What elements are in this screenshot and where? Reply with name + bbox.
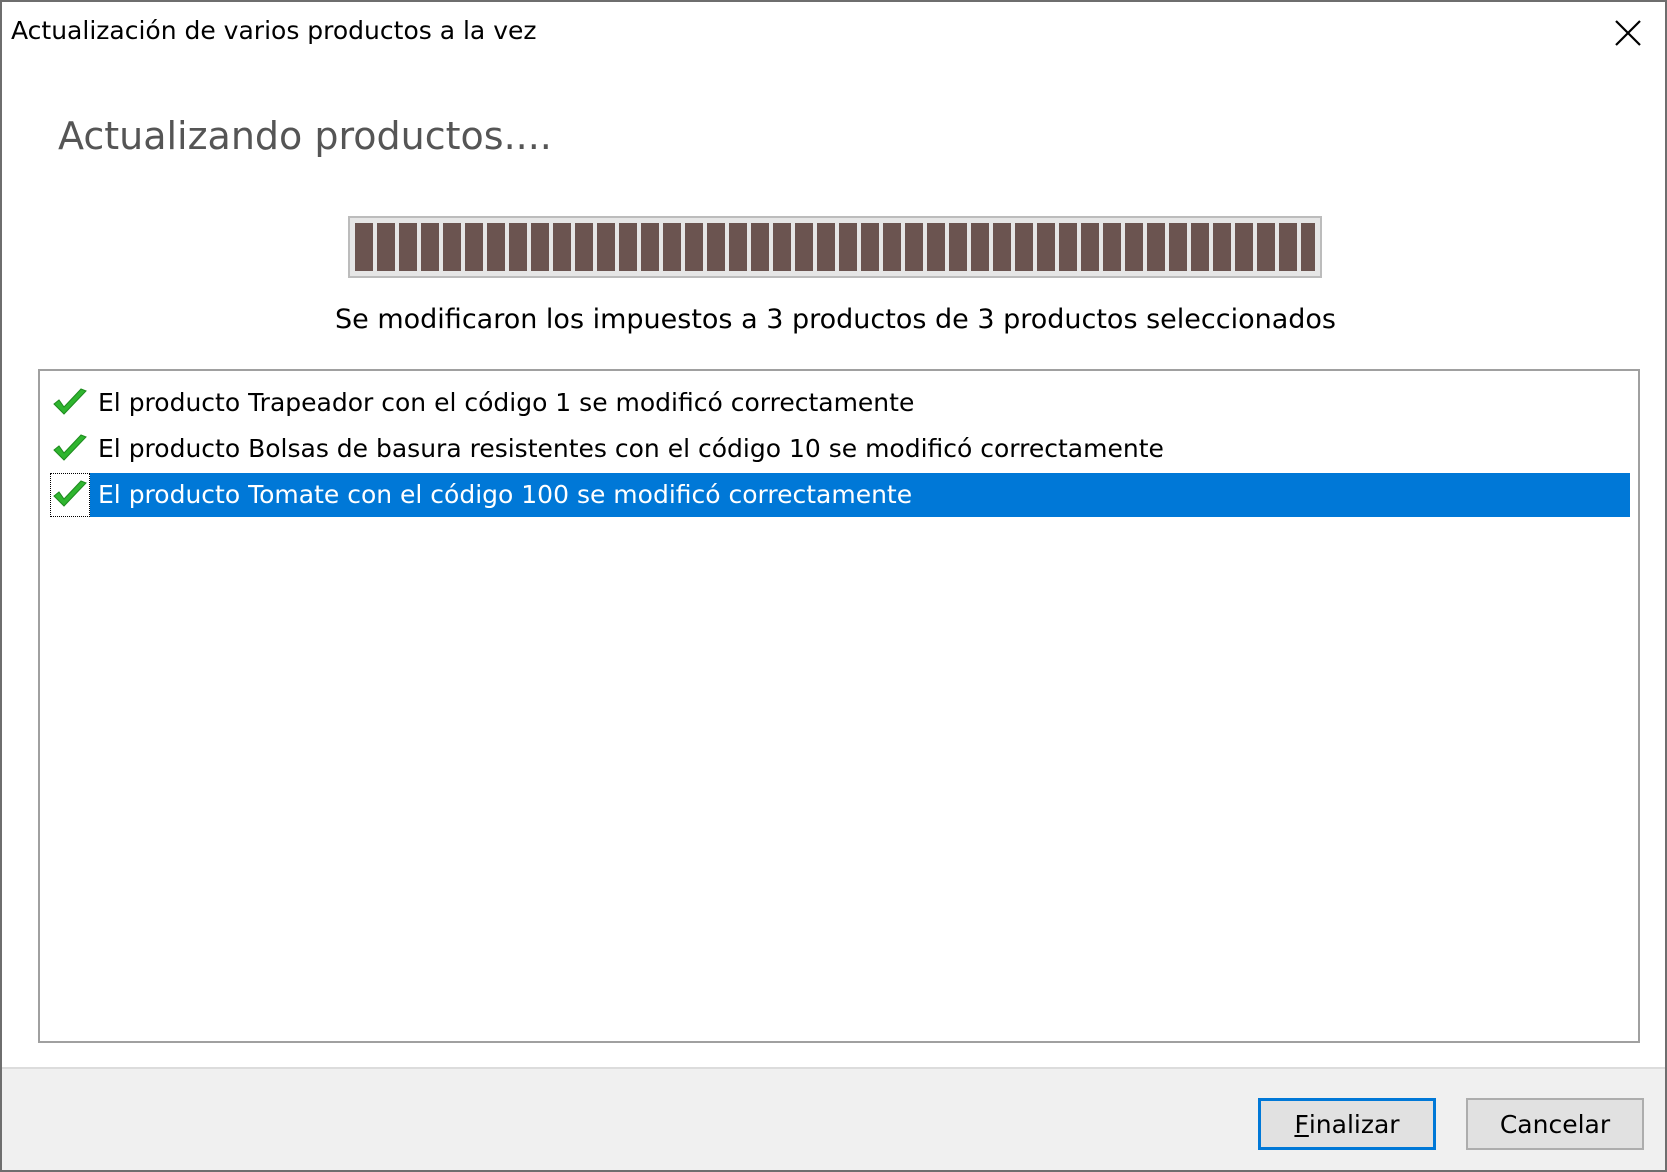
status-message: Se modificaron los impuestos a 3 product… — [335, 304, 1336, 335]
results-list[interactable]: El producto Trapeador con el código 1 se… — [38, 369, 1640, 1043]
title-bar: Actualización de varios productos a la v… — [2, 2, 1665, 66]
list-item-label: El producto Trapeador con el código 1 se… — [98, 388, 915, 417]
close-button[interactable] — [1605, 10, 1651, 56]
check-icon — [50, 427, 90, 471]
check-icon — [50, 473, 90, 517]
check-icon — [50, 381, 90, 425]
list-item[interactable]: El producto Trapeador con el código 1 se… — [50, 381, 1630, 425]
button-bar: Finalizar Cancelar — [2, 1067, 1665, 1170]
close-icon — [1615, 20, 1641, 46]
finalizar-label: inalizar — [1308, 1109, 1400, 1139]
dialog-window: Actualización de varios productos a la v… — [0, 0, 1667, 1172]
window-title: Actualización de varios productos a la v… — [11, 16, 537, 45]
progress-bar — [348, 216, 1322, 278]
page-heading: Actualizando productos.... — [58, 114, 552, 158]
cancelar-button[interactable]: Cancelar — [1466, 1098, 1644, 1150]
list-item-label: El producto Tomate con el código 100 se … — [90, 473, 1630, 517]
list-item-label: El producto Bolsas de basura resistentes… — [98, 434, 1164, 463]
list-item[interactable]: El producto Bolsas de basura resistentes… — [50, 427, 1630, 471]
finalizar-accelerator: F — [1294, 1109, 1309, 1139]
progress-bar-fill — [355, 223, 1315, 271]
finalizar-button[interactable]: Finalizar — [1258, 1098, 1436, 1150]
list-item-selected[interactable]: El producto Tomate con el código 100 se … — [50, 473, 1630, 517]
